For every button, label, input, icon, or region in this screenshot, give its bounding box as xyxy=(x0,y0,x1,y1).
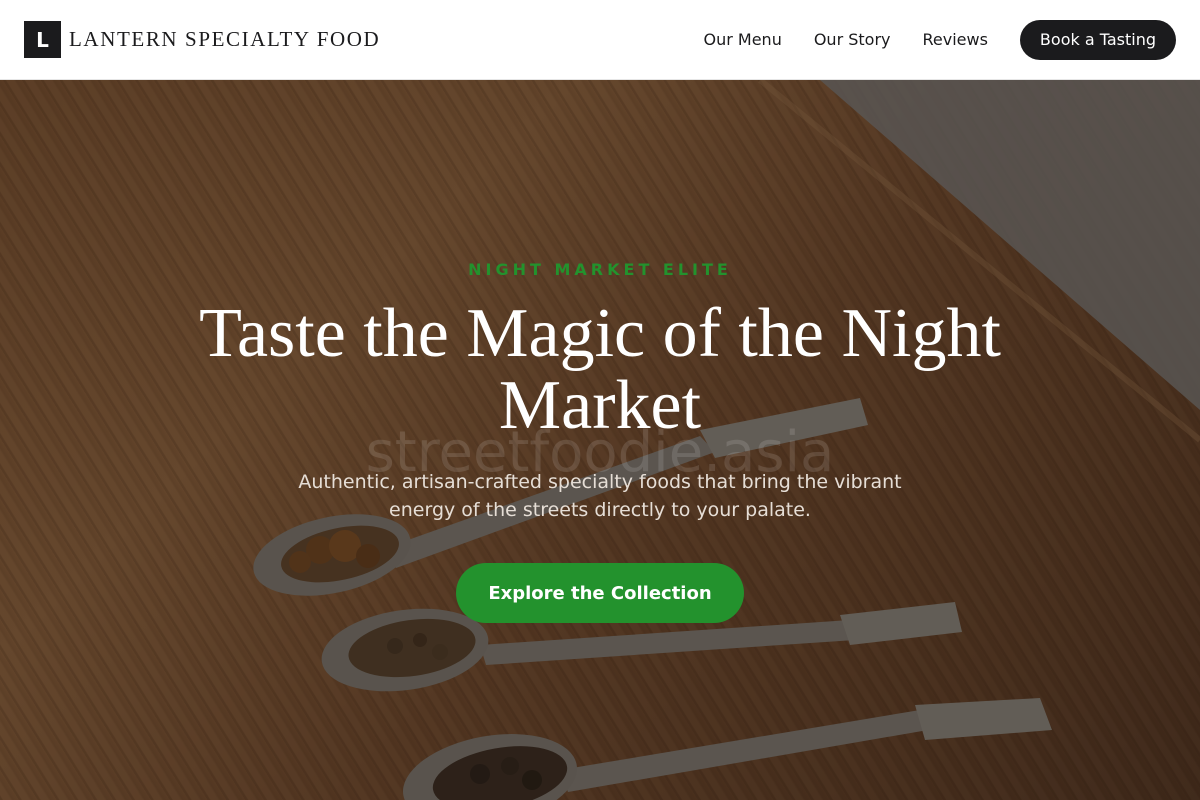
brand-name[interactable]: LANTERN SPECIALTY FOOD xyxy=(69,27,380,52)
site-header: L LANTERN SPECIALTY FOOD Our Menu Our St… xyxy=(0,0,1200,80)
hero-subtitle: Authentic, artisan-crafted specialty foo… xyxy=(298,471,902,521)
hero-eyebrow: NIGHT MARKET ELITE xyxy=(468,260,732,279)
explore-collection-button[interactable]: Explore the Collection xyxy=(456,563,744,623)
logo-mark-icon[interactable]: L xyxy=(24,21,61,58)
hero-content: NIGHT MARKET ELITE Taste the Magic of th… xyxy=(0,80,1200,800)
nav-link-reviews[interactable]: Reviews xyxy=(923,30,988,49)
hero-section: NIGHT MARKET ELITE Taste the Magic of th… xyxy=(0,80,1200,800)
nav-link-our-menu[interactable]: Our Menu xyxy=(704,30,782,49)
nav-link-our-story[interactable]: Our Story xyxy=(814,30,891,49)
brand[interactable]: L LANTERN SPECIALTY FOOD xyxy=(24,21,380,58)
book-tasting-button[interactable]: Book a Tasting xyxy=(1019,19,1176,60)
main-nav: Our Menu Our Story Reviews Book a Tastin… xyxy=(704,19,1176,60)
